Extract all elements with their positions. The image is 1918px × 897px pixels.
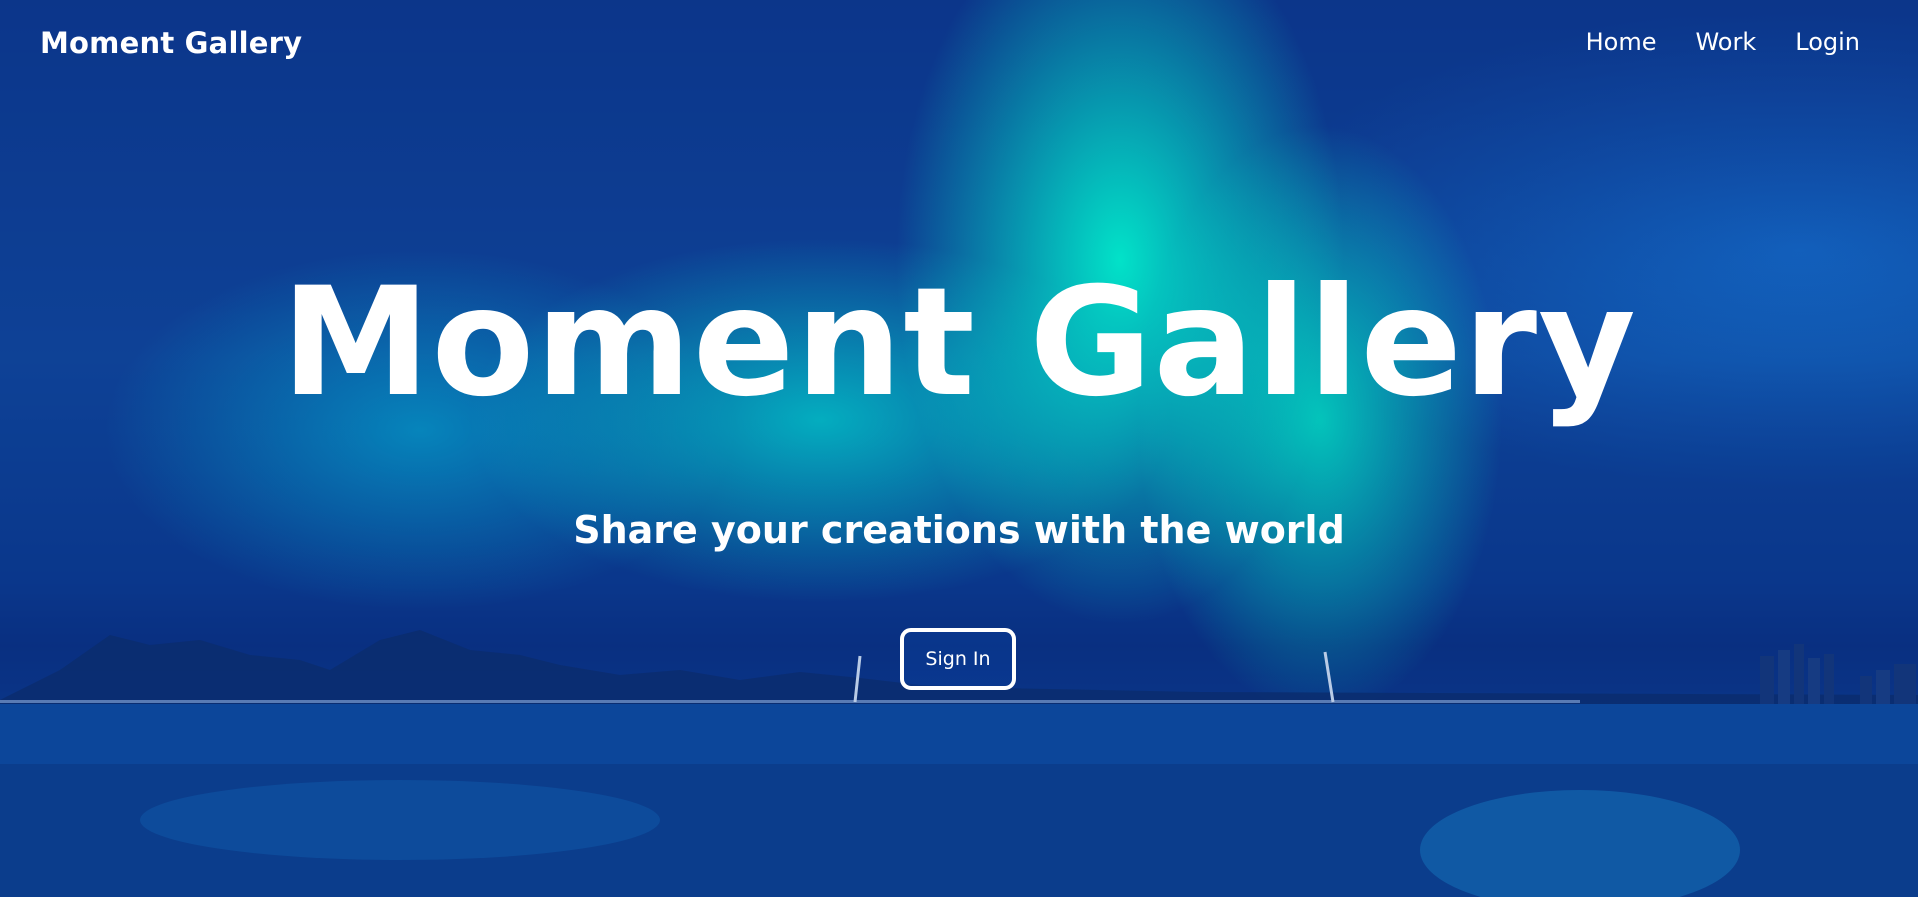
nav-link-work[interactable]: Work (1695, 28, 1756, 56)
top-navbar: Moment Gallery Home Work Login (0, 0, 1918, 88)
brand-logo-text[interactable]: Moment Gallery (40, 26, 302, 60)
nav-link-home[interactable]: Home (1586, 28, 1657, 56)
nav-links: Home Work Login (1586, 28, 1860, 56)
nav-link-login[interactable]: Login (1795, 28, 1860, 56)
hero-title: Moment Gallery (281, 256, 1637, 430)
hero-subtitle: Share your creations with the world (573, 508, 1345, 552)
sign-in-button[interactable]: Sign In (900, 628, 1016, 690)
hero-section: Moment Gallery Home Work Login Moment Ga… (0, 0, 1918, 897)
